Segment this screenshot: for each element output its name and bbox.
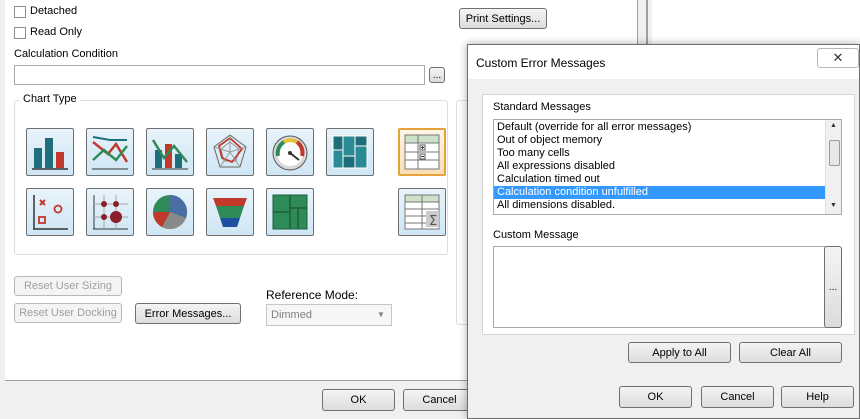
detached-checkbox[interactable] xyxy=(14,6,26,18)
chart-type-label: Chart Type xyxy=(20,93,80,105)
list-item[interactable]: Default (override for all error messages… xyxy=(494,121,826,134)
custom-message-ellipsis-button[interactable]: ... xyxy=(824,246,842,328)
list-item[interactable]: All expressions disabled xyxy=(494,160,826,173)
list-scrollbar[interactable]: ▲ ▼ xyxy=(825,120,841,214)
reset-user-sizing-button[interactable]: Reset User Sizing xyxy=(14,276,122,296)
calculation-condition-ellipsis-button[interactable]: ... xyxy=(429,67,445,83)
dialog-cancel-button[interactable]: Cancel xyxy=(701,386,774,408)
scroll-up-icon[interactable]: ▲ xyxy=(830,122,837,129)
list-item[interactable]: Too many cells xyxy=(494,147,826,160)
reset-user-docking-button[interactable]: Reset User Docking xyxy=(14,303,122,323)
grid-chart-icon[interactable] xyxy=(86,188,134,236)
straight-table-icon[interactable]: Σ xyxy=(398,188,446,236)
custom-message-label: Custom Message xyxy=(493,229,579,241)
list-item[interactable]: Calculation timed out xyxy=(494,173,826,186)
pivot-table-icon[interactable] xyxy=(398,128,446,176)
standard-messages-label: Standard Messages xyxy=(493,101,591,113)
scroll-down-icon[interactable]: ▼ xyxy=(830,202,837,209)
chevron-down-icon: ▼ xyxy=(377,310,385,319)
dialog-ok-button[interactable]: OK xyxy=(619,386,692,408)
apply-to-all-button[interactable]: Apply to All xyxy=(628,342,731,363)
dialog-title: Custom Error Messages xyxy=(476,56,606,70)
block-chart-icon[interactable] xyxy=(266,188,314,236)
custom-error-messages-dialog: Custom Error Messages ✕ Standard Message… xyxy=(467,44,860,419)
bar-chart-icon[interactable] xyxy=(26,128,74,176)
custom-message-input[interactable] xyxy=(493,246,826,328)
mekko-chart-icon[interactable] xyxy=(326,128,374,176)
standard-messages-list: Default (override for all error messages… xyxy=(494,121,826,212)
line-chart-icon[interactable] xyxy=(86,128,134,176)
scrollbar-thumb[interactable] xyxy=(829,140,840,166)
clear-all-button[interactable]: Clear All xyxy=(739,342,842,363)
detached-label: Detached xyxy=(30,5,78,17)
print-settings-button[interactable]: Print Settings... xyxy=(459,8,547,29)
list-item[interactable]: Out of object memory xyxy=(494,134,826,147)
list-item[interactable]: All dimensions disabled. xyxy=(494,199,826,212)
radar-chart-icon[interactable] xyxy=(206,128,254,176)
read-only-checkbox[interactable] xyxy=(14,27,26,39)
calculation-condition-label: Calculation Condition xyxy=(14,48,118,60)
ok-button[interactable]: OK xyxy=(322,389,395,411)
reference-mode-value: Dimmed xyxy=(271,309,312,321)
calculation-condition-input[interactable] xyxy=(14,65,425,85)
scatter-chart-icon[interactable] xyxy=(26,188,74,236)
combo-chart-icon[interactable] xyxy=(146,128,194,176)
gauge-chart-icon[interactable] xyxy=(266,128,314,176)
funnel-chart-icon[interactable] xyxy=(206,188,254,236)
help-button[interactable]: Help xyxy=(781,386,854,408)
svg-text:Σ: Σ xyxy=(429,214,437,229)
list-item-selected[interactable]: Calculation condition unfulfilled xyxy=(494,186,826,199)
cancel-button[interactable]: Cancel xyxy=(403,389,476,411)
close-icon: ✕ xyxy=(832,50,844,65)
close-button[interactable]: ✕ xyxy=(817,48,859,68)
read-only-label: Read Only xyxy=(30,26,82,38)
standard-messages-listbox[interactable]: Default (override for all error messages… xyxy=(493,119,842,215)
error-messages-button[interactable]: Error Messages... xyxy=(135,303,241,324)
pie-chart-icon[interactable] xyxy=(146,188,194,236)
reference-mode-label: Reference Mode: xyxy=(266,288,359,302)
reference-mode-select[interactable]: Dimmed ▼ xyxy=(266,304,392,326)
